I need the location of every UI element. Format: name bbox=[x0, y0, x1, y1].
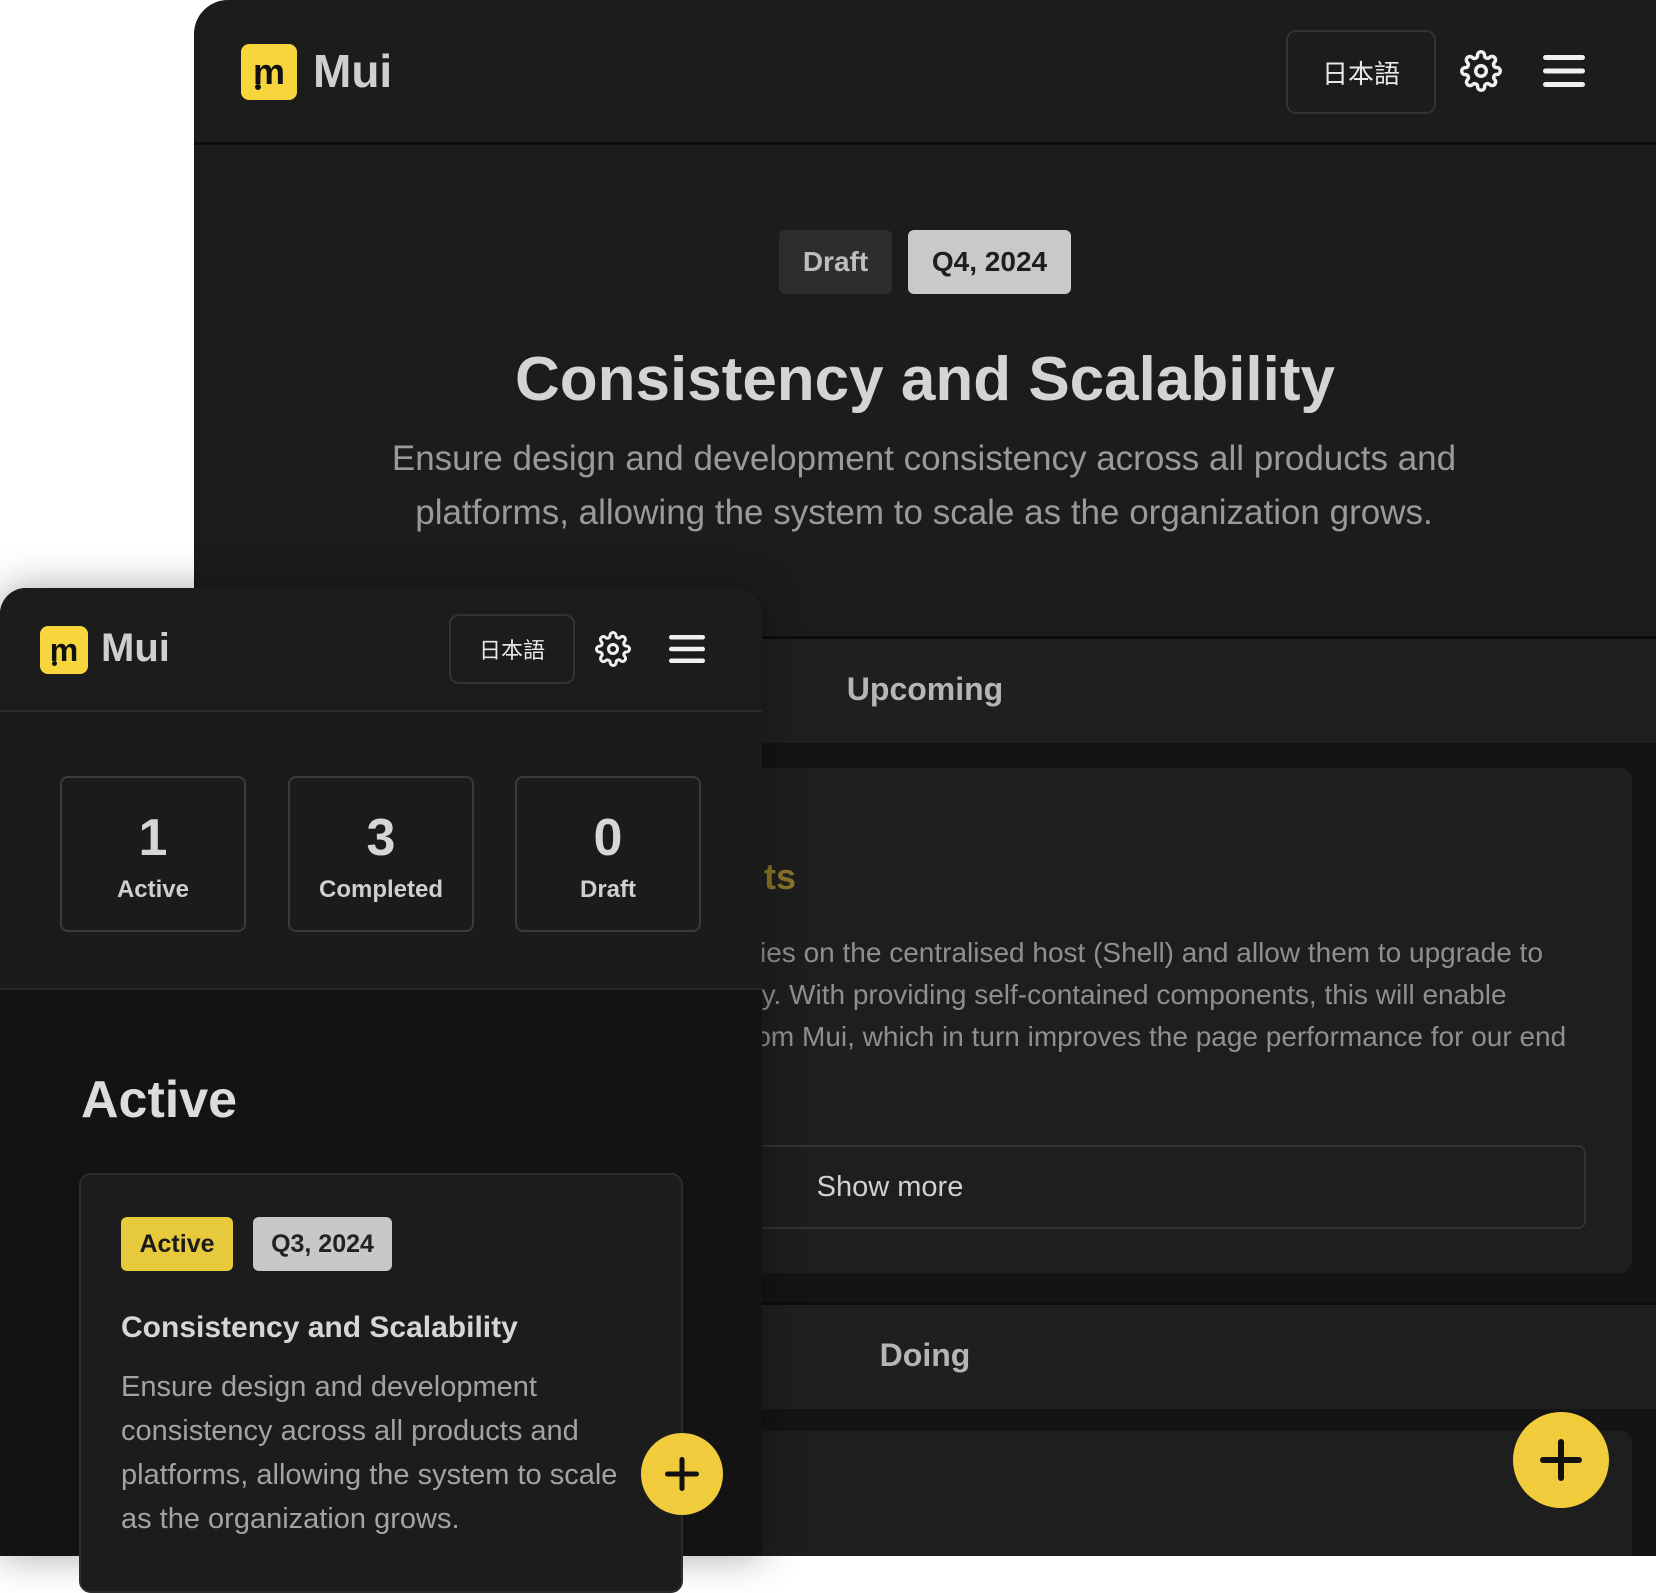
stat-label: Draft bbox=[579, 876, 636, 903]
settings-button[interactable] bbox=[1456, 46, 1506, 96]
plus-icon bbox=[665, 1457, 699, 1491]
language-button[interactable]: 日本語 bbox=[1286, 30, 1436, 114]
menu-button[interactable] bbox=[668, 630, 706, 668]
section-title: Active bbox=[81, 1071, 238, 1129]
gear-icon bbox=[1460, 50, 1502, 92]
add-button[interactable] bbox=[641, 1433, 723, 1515]
logo-icon[interactable]: m bbox=[40, 626, 88, 674]
stat-value: 1 bbox=[138, 809, 168, 867]
plus-icon bbox=[1540, 1439, 1582, 1481]
page-title: Consistency and Scalability bbox=[514, 345, 1336, 414]
stat-completed[interactable]: 3 Completed bbox=[288, 776, 474, 932]
description-line: platforms, allowing the system to scale … bbox=[415, 493, 1433, 532]
brand-name[interactable]: Mui bbox=[101, 626, 170, 671]
language-button[interactable]: 日本語 bbox=[449, 614, 575, 684]
hamburger-icon bbox=[669, 635, 705, 663]
hamburger-icon bbox=[1543, 55, 1585, 87]
card-text-line: cies on the centralised host (Shell) and… bbox=[746, 937, 1543, 968]
menu-button[interactable] bbox=[1542, 46, 1586, 96]
stats-band: 1 Active 3 Completed 0 Draft bbox=[0, 712, 762, 990]
stat-value: 3 bbox=[366, 809, 396, 867]
roadmap-card[interactable]: Active Q3, 2024 Consistency and Scalabil… bbox=[79, 1173, 683, 1593]
add-button[interactable] bbox=[1513, 1412, 1609, 1508]
card-text-line: dy. With providing self-contained compon… bbox=[746, 979, 1507, 1010]
page-description: Ensure design and development consistenc… bbox=[334, 432, 1514, 540]
app-header: m Mui 日本語 bbox=[194, 0, 1656, 145]
status-badge: Active bbox=[121, 1217, 233, 1271]
settings-button[interactable] bbox=[592, 628, 634, 670]
quarter-badge: Q3, 2024 bbox=[253, 1217, 392, 1271]
gear-icon bbox=[595, 631, 631, 667]
quarter-badge: Q4, 2024 bbox=[908, 230, 1071, 294]
stat-value: 0 bbox=[593, 809, 623, 867]
hero-section: Draft Q4, 2024 Consistency and Scalabili… bbox=[194, 148, 1656, 636]
logo-dot bbox=[255, 84, 261, 90]
stat-label: Active bbox=[116, 876, 190, 903]
stat-draft[interactable]: 0 Draft bbox=[515, 776, 701, 932]
logo-icon[interactable]: m bbox=[241, 44, 297, 100]
logo-dot bbox=[52, 661, 57, 666]
stat-active[interactable]: 1 Active bbox=[60, 776, 246, 932]
app-header: m Mui 日本語 bbox=[0, 588, 762, 712]
stat-label: Completed bbox=[318, 876, 443, 903]
card-text-line: rom Mui, which in turn improves the page… bbox=[746, 1021, 1567, 1052]
status-badge: Draft bbox=[779, 230, 892, 294]
card-description: Ensure design and development consistenc… bbox=[121, 1371, 618, 1535]
card-title: Consistency and Scalability bbox=[121, 1311, 518, 1344]
description-line: Ensure design and development consistenc… bbox=[391, 439, 1457, 478]
brand-name[interactable]: Mui bbox=[313, 44, 392, 98]
